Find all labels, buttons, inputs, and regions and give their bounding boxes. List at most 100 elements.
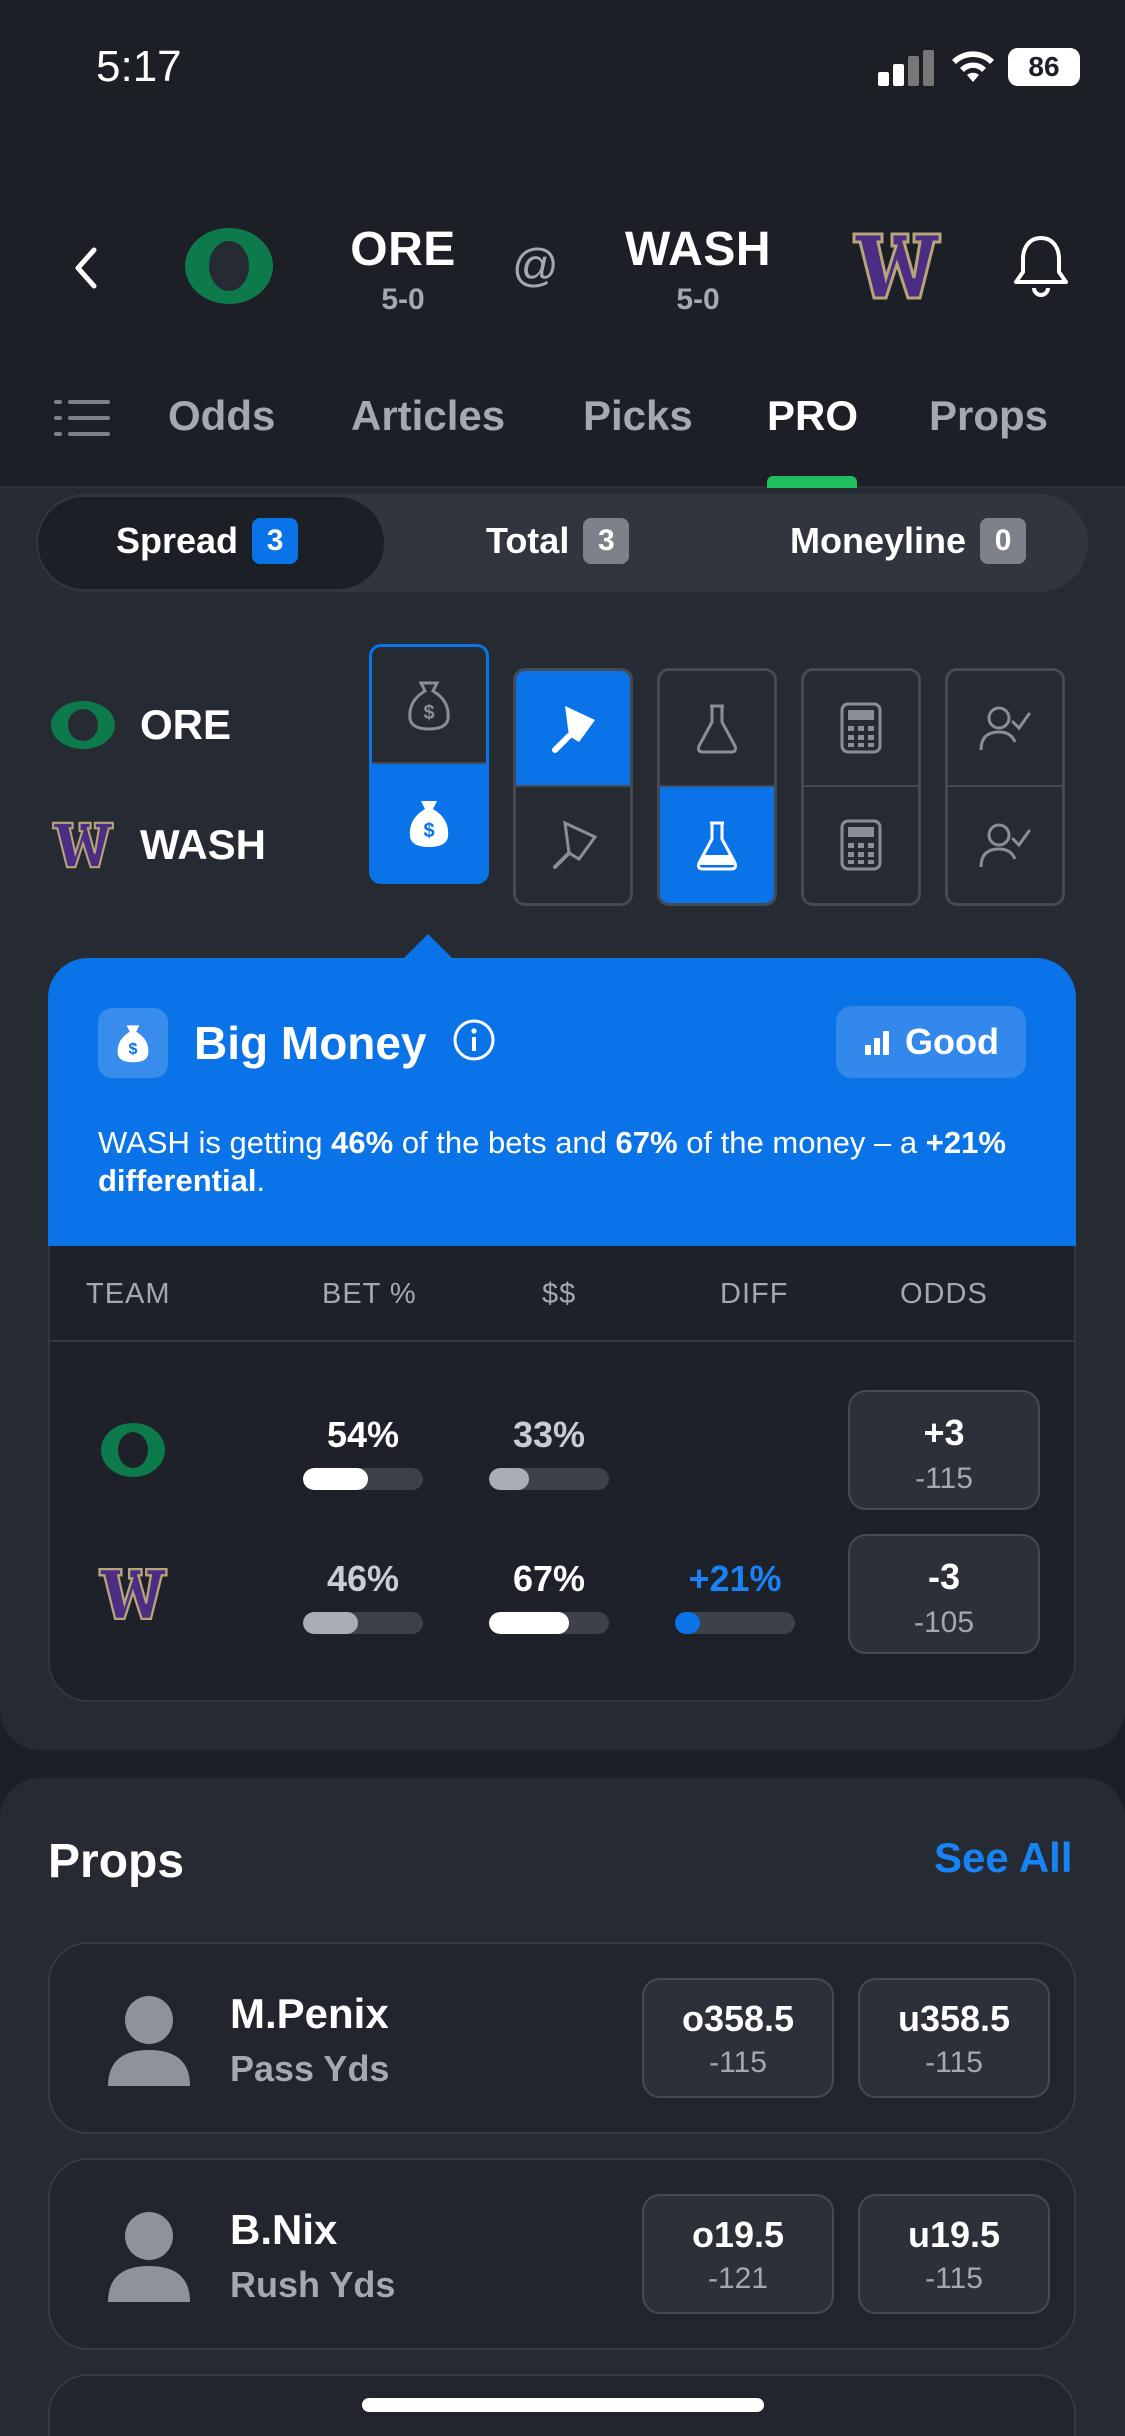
cleaver-icon	[552, 706, 595, 753]
indicator-team-home-label: WASH	[140, 821, 266, 868]
player-name: M.Penix	[230, 1990, 389, 2037]
svg-text:$: $	[423, 820, 434, 842]
home-team-record: 5-0	[676, 283, 720, 316]
player-name: B.Nix	[230, 2206, 338, 2253]
segment-total[interactable]: Total 3	[486, 518, 630, 564]
cellular-signal-icon	[878, 50, 934, 86]
header-diff: DIFF	[720, 1278, 789, 1310]
tab-pro[interactable]: PRO	[767, 392, 858, 440]
tab-picks[interactable]: Picks	[583, 392, 693, 440]
prop-row[interactable]: M.Penix Pass Yds o358.5 -115 u358.5 -115	[48, 1942, 1076, 2134]
expert-icon	[979, 823, 1031, 868]
under-price: -115	[925, 2046, 983, 2079]
selection-pointer	[402, 934, 454, 960]
expert-picks-indicator[interactable]	[945, 668, 1065, 906]
big-money-badge: $	[98, 1008, 168, 1078]
indicator-team-home: WASH	[50, 820, 266, 870]
calculator-icon	[840, 702, 882, 754]
big-money-indicator[interactable]: $ $	[369, 644, 489, 884]
oregon-logo-row	[101, 1423, 165, 1477]
wash-diff: +21%	[688, 1558, 782, 1599]
wifi-icon	[952, 51, 994, 82]
wash-spread-price: -105	[913, 1606, 975, 1639]
big-money-header	[48, 958, 1076, 1246]
cleaver-icon	[553, 820, 598, 869]
big-money-description: WASH is getting 46% of the bets and 67% …	[98, 1125, 1006, 1198]
over-price: -115	[709, 2046, 767, 2079]
over-line: o19.5	[691, 2214, 785, 2255]
rating-pill: Good	[836, 1006, 1026, 1078]
segment-spread[interactable]: Spread 3	[116, 518, 299, 564]
over-price: -121	[707, 2262, 769, 2295]
over-button[interactable]: o358.5 -115	[642, 1978, 834, 2098]
segment-total-count: 3	[583, 518, 630, 564]
tab-props[interactable]: Props	[929, 392, 1048, 440]
ore-money-pct: 33%	[512, 1414, 586, 1455]
list-menu-icon[interactable]	[52, 396, 112, 440]
oregon-logo-small	[51, 701, 115, 749]
info-icon[interactable]	[452, 1018, 496, 1062]
sharp-action-indicator[interactable]	[513, 668, 633, 906]
props-title: Props	[48, 1835, 185, 1888]
svg-text:$: $	[423, 702, 434, 724]
svg-text:$: $	[129, 1041, 138, 1058]
away-team[interactable]: ORE 5-0	[348, 222, 458, 317]
segment-spread-count: 3	[252, 518, 299, 564]
wash-bet-pct: 46%	[326, 1558, 400, 1599]
player-stat: Rush Yds	[230, 2264, 396, 2305]
segment-moneyline-count: 0	[980, 518, 1027, 564]
under-line: u19.5	[907, 2214, 1001, 2255]
header-odds: ODDS	[900, 1278, 988, 1310]
money-bag-icon: $	[409, 800, 449, 847]
big-money-title: Big Money	[194, 1017, 427, 1069]
model-indicator[interactable]	[657, 668, 777, 906]
tab-odds[interactable]: Odds	[168, 392, 275, 440]
see-all-link[interactable]: See All	[934, 1834, 1073, 1882]
oregon-logo[interactable]	[182, 225, 276, 307]
ore-spread-line: +3	[923, 1412, 965, 1453]
ore-spread-price: -115	[915, 1462, 973, 1495]
flask-icon	[697, 821, 737, 871]
header-money: $$	[542, 1278, 577, 1310]
segment-moneyline-label: Moneyline	[790, 520, 967, 561]
segment-moneyline[interactable]: Moneyline 0	[790, 518, 1027, 564]
washington-logo-row	[98, 1567, 168, 1621]
money-bag-icon: $	[408, 681, 450, 731]
segment-total-label: Total	[486, 520, 570, 561]
indicator-team-away: ORE	[50, 700, 231, 750]
wash-bet-bar	[303, 1612, 423, 1634]
projection-indicator[interactable]	[801, 668, 921, 906]
wash-spread-odds-button[interactable]: -3 -105	[848, 1534, 1040, 1654]
home-team[interactable]: WASH 5-0	[616, 222, 780, 317]
tab-articles[interactable]: Articles	[351, 392, 505, 440]
status-time: 5:17	[96, 42, 182, 91]
under-button[interactable]: u358.5 -115	[858, 1978, 1050, 2098]
flask-icon	[697, 704, 737, 754]
washington-logo-small	[52, 821, 114, 869]
back-chevron-icon[interactable]	[60, 238, 110, 298]
over-button[interactable]: o19.5 -121	[642, 2194, 834, 2314]
rating-label: Good	[905, 1021, 999, 1062]
ore-spread-odds-button[interactable]: +3 -115	[848, 1390, 1040, 1510]
wash-money-pct: 67%	[512, 1558, 586, 1599]
home-indicator	[362, 2398, 764, 2412]
home-team-abbr: WASH	[625, 223, 771, 276]
calculator-icon	[840, 819, 882, 871]
player-stat: Pass Yds	[230, 2048, 390, 2089]
battery-indicator: 86	[1008, 48, 1080, 86]
ore-bet-pct: 54%	[326, 1414, 400, 1455]
at-separator: @	[512, 239, 559, 291]
money-bag-icon: $	[117, 1025, 149, 1063]
ore-money-bar	[489, 1468, 609, 1490]
away-team-abbr: ORE	[350, 223, 456, 276]
player-avatar-icon	[108, 2212, 190, 2302]
washington-logo[interactable]	[852, 230, 942, 302]
active-tab-indicator	[767, 476, 857, 488]
over-line: o358.5	[681, 1998, 795, 2039]
under-button[interactable]: u19.5 -115	[858, 2194, 1050, 2314]
prop-row[interactable]: B.Nix Rush Yds o19.5 -121 u19.5 -115	[48, 2158, 1076, 2350]
segment-spread-label: Spread	[116, 520, 239, 561]
header-divider	[48, 1340, 1076, 1342]
player-avatar-icon	[108, 1996, 190, 2086]
bell-icon[interactable]	[1010, 232, 1072, 300]
